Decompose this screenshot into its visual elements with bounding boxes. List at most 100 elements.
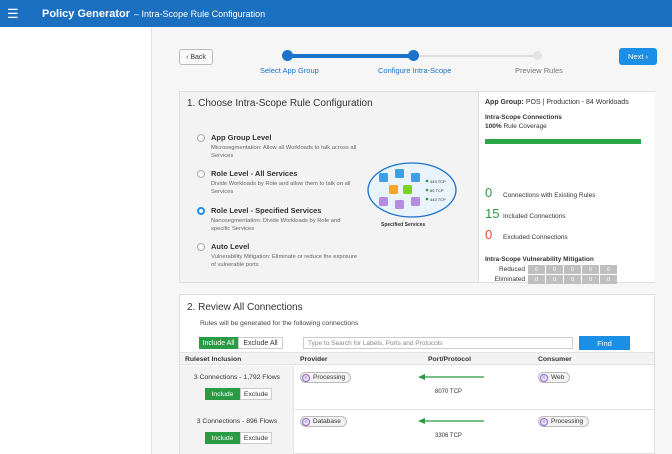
col-provider: Provider (300, 356, 328, 363)
role-label-icon: R (302, 417, 310, 426)
top-bar: ☰ Policy Generator – Intra-Scope Rule Co… (0, 0, 672, 27)
specified-services-diagram: 443 TCP 80 TCP 443 TCP (367, 162, 457, 218)
exclude-button[interactable]: Exclude (240, 388, 272, 400)
stat-existing-rules: 0 Connections with Existing Rules (485, 185, 596, 200)
config-options-panel: 1. Choose Intra-Scope Rule Configuration… (180, 92, 479, 282)
reduced-cell: 0 (600, 265, 617, 274)
eliminated-row: Eliminated 0 0 0 0 0 (485, 275, 618, 284)
connection-summary: 3 Connections - 896 Flows (196, 418, 278, 425)
stat-label: Connections with Existing Rules (503, 192, 596, 199)
config-title: 1. Choose Intra-Scope Rule Configuration (187, 98, 373, 109)
reduced-label: Reduced (498, 266, 525, 273)
step-label-configure-intra-scope[interactable]: Configure Intra-Scope (378, 66, 451, 75)
table-row: 3 Connections - 1,792 Flows Include Excl… (180, 366, 654, 410)
app-group-label: App Group: (485, 99, 524, 106)
coverage-text: Rule Coverage (503, 123, 547, 130)
config-card: 1. Choose Intra-Scope Rule Configuration… (179, 91, 655, 284)
eliminated-cell: 0 (528, 275, 545, 284)
option-title: Auto Level (211, 242, 250, 251)
provider-label-pill[interactable]: R Database (300, 416, 347, 427)
connections-heading: Intra-Scope Connections (485, 114, 562, 121)
step-label-preview-rules: Preview Rules (515, 66, 563, 75)
rule-coverage: 100% Rule Coverage (485, 123, 547, 130)
option-desc: Nanosegmentation: Divide Workloads by Ro… (211, 218, 341, 232)
option-desc: Microsegmentation: Allow all Workloads t… (211, 145, 357, 159)
sidebar (0, 27, 152, 454)
radio-role-level-specified[interactable] (197, 207, 205, 215)
review-card: 2. Review All Connections Rules will be … (179, 294, 655, 454)
consumer-label-pill[interactable]: R Web (538, 372, 571, 383)
col-ruleset-inclusion: Ruleset Inclusion (185, 356, 242, 363)
consumer-label-pill[interactable]: R Processing (538, 416, 590, 427)
include-button[interactable]: Include (205, 432, 240, 444)
radio-role-level-all[interactable] (197, 170, 205, 178)
stat-label: Included Connections (503, 213, 566, 220)
eliminated-label: Eliminated (494, 276, 525, 283)
next-button[interactable]: Next › (619, 48, 657, 65)
app-title: Policy Generator (42, 7, 131, 20)
include-button[interactable]: Include (205, 388, 240, 400)
step-dot-configure-intra-scope[interactable] (408, 50, 419, 61)
reduced-cell: 0 (582, 265, 599, 274)
vuln-heading: Intra-Scope Vulnerability Mitigation (485, 256, 594, 263)
search-input[interactable]: Type to Search for Labels, Ports and Pro… (303, 337, 573, 349)
reduced-cell: 0 (564, 265, 581, 274)
coverage-bar (485, 139, 641, 144)
connection-summary: 3 Connections - 1,792 Flows (193, 374, 281, 381)
diagram-legend-1: 443 TCP (430, 179, 446, 184)
eliminated-cell: 0 (600, 275, 617, 284)
provider-name: Processing (313, 374, 346, 381)
option-desc: Divide Workloads by Role and allow them … (211, 181, 351, 195)
stat-number: 0 (485, 185, 493, 200)
provider-name: Database (313, 418, 341, 425)
table-row: 3 Connections - 896 Flows Include Exclud… (180, 410, 654, 454)
reduced-cell: 0 (528, 265, 545, 274)
reduced-row: Reduced 0 0 0 0 0 (485, 265, 618, 274)
step-progress-pending (414, 55, 537, 57)
table-header: Ruleset Inclusion Provider Port/Protocol… (180, 352, 654, 365)
exclude-button[interactable]: Exclude (240, 432, 272, 444)
page-subtitle: – Intra-Scope Rule Configuration (134, 8, 266, 19)
diagram-label: Specified Services (381, 222, 426, 228)
find-button[interactable]: Find (579, 336, 630, 350)
step-dot-preview-rules (533, 51, 542, 60)
step-dot-select-app-group[interactable] (282, 50, 293, 61)
step-progress-done (287, 54, 414, 58)
port-protocol: 3306 TCP (435, 433, 462, 439)
role-label-icon: R (540, 373, 548, 382)
stat-label: Excluded Connections (503, 234, 568, 241)
consumer-name: Web (551, 374, 565, 381)
ruleset-cell: 3 Connections - 1,792 Flows Include Excl… (180, 366, 294, 410)
option-desc: Vulnerability Mitigation: Eliminate or r… (211, 254, 358, 268)
option-title: Role Level - Specified Services (211, 206, 322, 215)
back-button[interactable]: ‹ Back (179, 49, 213, 65)
include-all-button[interactable]: Include All (199, 337, 238, 349)
reduced-cell: 0 (546, 265, 563, 274)
ruleset-cell: 3 Connections - 896 Flows Include Exclud… (180, 410, 294, 454)
exclude-all-button[interactable]: Exclude All (238, 337, 283, 349)
summary-panel: App Group: POS | Production - 84 Workloa… (480, 92, 655, 284)
app-group-value: POS | Production - 84 Workloads (525, 99, 629, 106)
radio-app-group-level[interactable] (197, 134, 205, 142)
step-label-select-app-group[interactable]: Select App Group (260, 66, 319, 75)
eliminated-cell: 0 (582, 275, 599, 284)
coverage-pct: 100% (485, 123, 502, 130)
stat-number: 15 (485, 206, 500, 221)
col-port-protocol: Port/Protocol (428, 356, 472, 363)
option-title: App Group Level (211, 133, 272, 142)
provider-label-pill[interactable]: R Processing (300, 372, 352, 383)
col-consumer: Consumer (538, 356, 572, 363)
main-content: ‹ Back Select App Group Configure Intra-… (152, 27, 672, 454)
app-group-summary: App Group: POS | Production - 84 Workloa… (485, 99, 629, 106)
radio-auto-level[interactable] (197, 243, 205, 251)
eliminated-cell: 0 (546, 275, 563, 284)
hamburger-icon[interactable]: ☰ (0, 7, 24, 20)
port-protocol: 8070 TCP (435, 389, 462, 395)
diagram-legend-3: 443 TCP (430, 197, 446, 202)
option-title: Role Level - All Services (211, 169, 298, 178)
eliminated-cell: 0 (564, 275, 581, 284)
role-label-icon: R (540, 417, 548, 426)
stat-included: 15 Included Connections (485, 206, 566, 221)
arrow-left-icon (418, 418, 484, 424)
review-title: 2. Review All Connections (187, 302, 303, 313)
